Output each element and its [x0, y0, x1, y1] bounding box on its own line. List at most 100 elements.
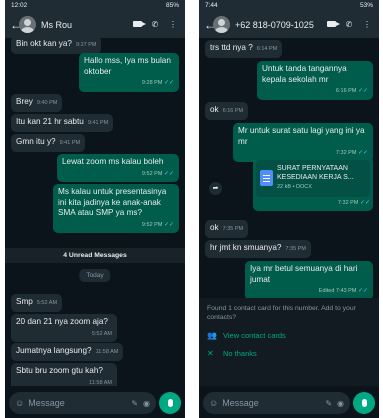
message-incoming[interactable]: Gmn itu y? 9:41 PM: [11, 134, 86, 152]
people-icon: 👥: [207, 331, 217, 340]
left-phone-screen: 12:02 85% ← Ms Rou ✆ ⋮ Bin okt kan ya? 9:…: [5, 0, 185, 418]
read-ticks-icon: ✓✓: [357, 88, 368, 94]
phone-call-icon[interactable]: ✆: [342, 20, 356, 29]
message-text: Untuk tanda tangannya kepala sekolah mr: [262, 64, 347, 84]
message-placeholder: Message: [222, 398, 259, 408]
message-input[interactable]: ☺ Message ✎ ◉: [203, 392, 350, 414]
message-time: 6:16 PM: [222, 108, 244, 114]
message-time: 6:16 PM: [335, 88, 357, 94]
status-bar: 7:44 53%: [199, 0, 379, 11]
message-incoming[interactable]: Bin okt kan ya? 9:27 PM: [11, 38, 102, 54]
message-input[interactable]: ☺ Message ✎ ◉: [9, 392, 156, 414]
video-call-icon[interactable]: [324, 20, 340, 29]
message-text: Mr untuk surat satu lagi yang ini ya mr: [238, 126, 365, 146]
message-text: Bin okt kan ya?: [16, 39, 72, 48]
message-outgoing[interactable]: Untuk tanda tangannya kepala sekolah mr …: [257, 61, 373, 100]
message-incoming[interactable]: Smp 5:52 AM: [11, 294, 63, 312]
mic-icon: [361, 399, 367, 407]
message-incoming[interactable]: 20 dan 21 nya zoom aja? 5:52 AM: [11, 314, 117, 342]
status-battery: 53%: [359, 2, 373, 9]
attach-icon[interactable]: ✎: [131, 399, 138, 408]
message-text: Smp: [16, 297, 33, 306]
no-thanks-label: No thanks: [223, 349, 257, 358]
more-options-icon[interactable]: ⋮: [166, 20, 180, 29]
read-ticks-icon: ✓✓: [163, 221, 174, 228]
date-pill: Today: [79, 269, 111, 282]
unread-divider: 4 Unread Messages: [5, 248, 185, 263]
message-time: 9:41 PM: [59, 140, 81, 146]
message-list[interactable]: Bin okt kan ya? 9:27 PM Hallo mss, Iya ms…: [5, 38, 185, 386]
attach-icon[interactable]: ✎: [325, 399, 332, 408]
back-arrow-icon[interactable]: ←: [10, 18, 22, 32]
message-incoming[interactable]: Itu kan 21 hr sabtu 9:41 PM: [11, 114, 114, 132]
message-outgoing[interactable]: Hallo mss, Iya ms bulan oktober 9:28 PM …: [79, 53, 179, 92]
contact-card-text: Found 1 contact card for this number. Ad…: [207, 305, 356, 321]
message-time: 5:52 AM: [91, 330, 112, 337]
emoji-icon[interactable]: ☺: [15, 398, 24, 408]
read-ticks-icon: ✓✓: [359, 199, 370, 206]
emoji-icon[interactable]: ☺: [209, 398, 218, 408]
message-incoming[interactable]: Brey 9:40 PM: [11, 94, 63, 112]
back-arrow-icon[interactable]: ←: [204, 18, 216, 32]
message-time: 9:41 PM: [87, 120, 109, 126]
view-contact-cards-button[interactable]: 👥 View contact cards: [207, 331, 371, 340]
view-contact-cards-label: View contact cards: [223, 331, 286, 340]
message-outgoing[interactable]: Iya mr betul semuanya di hari jumat Edit…: [245, 261, 373, 300]
message-incoming[interactable]: ok 7:35 PM: [205, 220, 249, 238]
status-time: 7:44: [205, 2, 218, 9]
message-time: 9:28 PM: [141, 80, 163, 86]
message-incoming[interactable]: trs ttd nya ? 6:14 PM: [205, 40, 283, 58]
message-list[interactable]: trs ttd nya ? 6:14 PM Untuk tanda tangann…: [199, 38, 379, 386]
message-incoming[interactable]: Jumatnya langsung? 11:58 AM: [11, 343, 124, 361]
close-icon: ✕: [207, 349, 214, 358]
message-time: 6:14 PM: [256, 46, 278, 52]
message-text: Jumatnya langsung?: [16, 346, 92, 355]
avatar[interactable]: [19, 16, 36, 33]
forward-icon[interactable]: ➦: [209, 182, 222, 195]
message-time: 11:58 AM: [95, 349, 119, 355]
message-text: Itu kan 21 hr sabtu: [16, 117, 84, 126]
document-message[interactable]: SURAT PERNYATAAN KESEDIAAN KERJA S... 22…: [253, 156, 373, 211]
message-placeholder: Message: [28, 398, 65, 408]
message-composer: ☺ Message ✎ ◉: [199, 390, 379, 416]
message-time: 9:27 PM: [75, 42, 97, 48]
video-call-icon[interactable]: [130, 20, 146, 29]
message-incoming[interactable]: hr jmt kn smuanya? 7:35 PM: [205, 240, 311, 258]
message-outgoing[interactable]: Ms kalau untuk presentasinya ini kita ja…: [53, 184, 179, 233]
mic-button[interactable]: [353, 392, 375, 414]
message-outgoing[interactable]: Lewat zoom ms kalau boleh 9:52 PM ✓✓: [57, 154, 179, 182]
message-incoming[interactable]: ok 6:16 PM: [205, 102, 249, 120]
message-time: 7:32 PM: [337, 199, 359, 206]
camera-icon[interactable]: ◉: [143, 399, 150, 408]
message-text: 20 dan 21 nya zoom aja?: [16, 317, 108, 326]
status-time: 12:02: [11, 2, 28, 9]
message-text: Brey: [16, 97, 33, 106]
no-thanks-button[interactable]: ✕ No thanks: [207, 349, 371, 358]
message-text: Lewat zoom ms kalau boleh: [62, 157, 164, 166]
document-attachment[interactable]: SURAT PERNYATAAN KESEDIAAN KERJA S... 22…: [256, 160, 370, 197]
camera-icon[interactable]: ◉: [337, 399, 344, 408]
contact-card-prompt: Found 1 contact card for this number. Ad…: [199, 298, 379, 386]
contact-name[interactable]: Ms Rou: [41, 20, 126, 30]
read-ticks-icon: ✓✓: [163, 80, 174, 86]
contact-name[interactable]: +62 818-0709-1025: [235, 20, 320, 30]
message-time: 9:40 PM: [36, 100, 58, 106]
message-text: Iya mr betul semuanya di hari jumat: [250, 264, 358, 284]
more-options-icon[interactable]: ⋮: [360, 20, 374, 29]
status-bar: 12:02 85%: [5, 0, 185, 11]
avatar[interactable]: [213, 16, 230, 33]
message-text: hr jmt kn smuanya?: [210, 243, 282, 252]
message-time: 5:52 AM: [36, 300, 58, 306]
document-title: SURAT PERNYATAAN KESEDIAAN KERJA S...: [277, 165, 354, 181]
message-time: 11:58 AM: [89, 379, 112, 386]
message-incoming[interactable]: Sbtu bru zoom gtu kah? 11:58 AM: [11, 363, 117, 386]
message-text: trs ttd nya ?: [210, 43, 253, 52]
phone-call-icon[interactable]: ✆: [148, 20, 162, 29]
read-ticks-icon: ✓✓: [357, 288, 368, 294]
message-text: Hallo mss, Iya ms bulan oktober: [84, 56, 171, 76]
mic-icon: [167, 399, 173, 407]
document-meta: 22 kB • DOCX: [277, 184, 312, 190]
mic-button[interactable]: [159, 392, 181, 414]
chat-header: ← Ms Rou ✆ ⋮: [5, 11, 185, 38]
chat-header: ← +62 818-0709-1025 ✆ ⋮: [199, 11, 379, 38]
